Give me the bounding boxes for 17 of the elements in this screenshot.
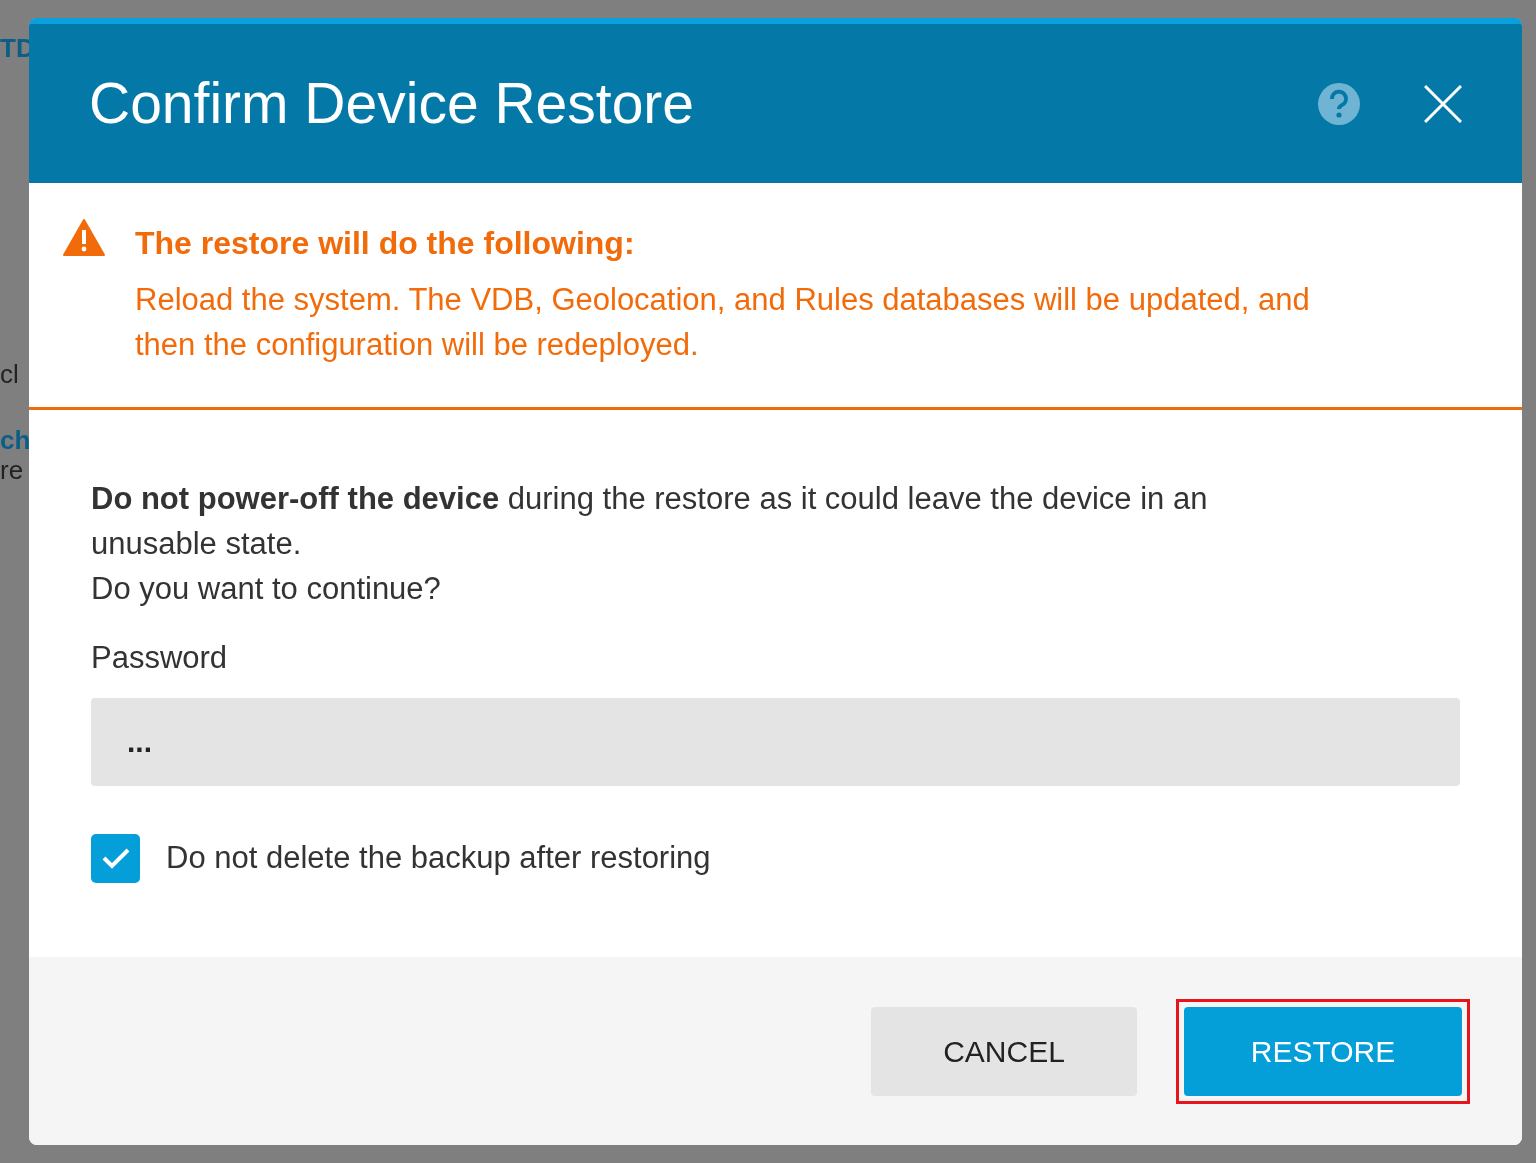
background-text: ch: [0, 427, 29, 453]
field-label: Password: [91, 640, 228, 675]
question-text: Do you want to continue?: [91, 570, 442, 608]
warning-icon: [63, 219, 105, 256]
help-icon[interactable]: [1318, 82, 1360, 125]
background-text: re: [0, 457, 25, 483]
password-field[interactable]: ...: [91, 697, 1460, 786]
warning-text: Reload the system. The VDB, Geolocation, and Rules databases will be updated, and then the configuration will be redeployed.: [135, 281, 1311, 364]
check-icon: [100, 846, 131, 870]
warning-heading: The restore will do the following:: [135, 224, 636, 263]
checkbox-label: Do not delete the backup after restoring: [166, 838, 711, 877]
warning-message: Do not power-off the device during the restore as it could leave the device in an unusable state.: [91, 480, 1209, 563]
cancel-button[interactable]: CANCEL: [871, 1006, 1137, 1096]
close-icon[interactable]: [1424, 84, 1462, 123]
checkbox[interactable]: [91, 833, 140, 883]
background-text: cl: [0, 361, 20, 387]
dialog-title: Confirm Device Restore: [89, 70, 695, 138]
